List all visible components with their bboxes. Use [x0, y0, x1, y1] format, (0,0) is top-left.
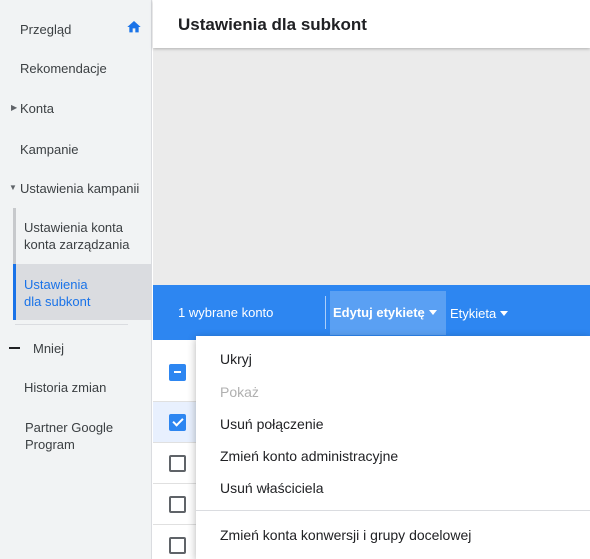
- sidebar-item-label: Kampanie: [20, 142, 79, 157]
- menu-item-remove-link[interactable]: Usuń połączenie: [220, 416, 324, 432]
- sidebar-item-campaign-settings[interactable]: ▼ Ustawienia kampanii: [0, 181, 152, 201]
- chevron-right-icon: ▶: [11, 103, 18, 112]
- divider: [15, 324, 128, 325]
- divider: [325, 296, 326, 329]
- sidebar-item-label: Mniej: [33, 341, 65, 356]
- sidebar-item-label: Partner Google: [25, 420, 114, 435]
- sidebar-item-label: Przegląd: [20, 22, 72, 37]
- row-checkbox[interactable]: [169, 496, 186, 513]
- row-checkbox[interactable]: [169, 455, 186, 472]
- sidebar-item-recommendations[interactable]: Rekomendacje: [0, 61, 152, 81]
- page-header: Ustawienia dla subkont: [153, 0, 590, 48]
- menu-item-show: Pokaż: [220, 384, 259, 400]
- selection-action-bar: 1 wybrane konto Edytuj etykietę Etykieta: [153, 285, 590, 340]
- select-all-checkbox[interactable]: [169, 364, 186, 381]
- page-title: Ustawienia dla subkont: [178, 15, 367, 34]
- sidebar-item-label: konta zarządzania: [24, 237, 130, 252]
- row-checkbox[interactable]: [169, 537, 186, 554]
- caret-down-icon: [428, 310, 437, 315]
- sidebar-item-label: Rekomendacje: [20, 61, 107, 76]
- sidebar-item-subaccount-settings[interactable]: Ustawienia dla subkont: [13, 264, 152, 320]
- sidebar-item-label: dla subkont: [24, 294, 91, 309]
- menu-divider: [196, 510, 590, 511]
- home-icon: [127, 21, 141, 33]
- edit-label-button[interactable]: Edytuj etykietę: [330, 291, 446, 335]
- label-dropdown-text: Etykieta: [450, 306, 497, 321]
- sidebar: Przegląd Rekomendacje ▶ Konta Kampanie ▼…: [0, 0, 152, 559]
- menu-item-change-manager[interactable]: Zmień konto administracyjne: [220, 448, 398, 464]
- sidebar-item-less[interactable]: Mniej: [0, 341, 152, 361]
- sidebar-item-partner-program[interactable]: Partner Google Program: [0, 419, 152, 455]
- edit-label-text: Edytuj etykietę: [333, 305, 425, 320]
- sidebar-item-label: Ustawienia: [24, 277, 88, 292]
- selected-count: 1 wybrane konto: [178, 305, 274, 320]
- sidebar-item-label: Ustawienia kampanii: [20, 181, 140, 196]
- row-checkbox[interactable]: [169, 414, 186, 431]
- sidebar-item-label: Ustawienia konta: [24, 220, 123, 235]
- minus-icon: [9, 347, 20, 349]
- sidebar-item-label: Historia zmian: [24, 380, 107, 395]
- content-placeholder: [153, 48, 590, 285]
- sidebar-item-label: Konta: [20, 101, 54, 116]
- chevron-down-icon: ▼: [9, 183, 17, 192]
- sidebar-item-accounts[interactable]: ▶ Konta: [0, 101, 152, 121]
- sidebar-item-label: Program: [25, 437, 75, 452]
- sidebar-item-manager-account-settings[interactable]: Ustawienia konta konta zarządzania: [13, 208, 152, 264]
- sidebar-item-change-history[interactable]: Historia zmian: [0, 380, 152, 400]
- label-dropdown-button[interactable]: Etykieta: [450, 306, 509, 321]
- menu-item-remove-owner[interactable]: Usuń właściciela: [220, 480, 323, 496]
- menu-item-hide[interactable]: Ukryj: [220, 351, 252, 367]
- sidebar-item-overview[interactable]: Przegląd: [0, 21, 152, 42]
- menu-item-change-conversion-accounts[interactable]: Zmień konta konwersji i grupy docelowej: [220, 527, 471, 543]
- caret-down-icon: [500, 311, 509, 316]
- sidebar-item-campaigns[interactable]: Kampanie: [0, 142, 152, 162]
- edit-label-menu: Ukryj Pokaż Usuń połączenie Zmień konto …: [196, 336, 590, 559]
